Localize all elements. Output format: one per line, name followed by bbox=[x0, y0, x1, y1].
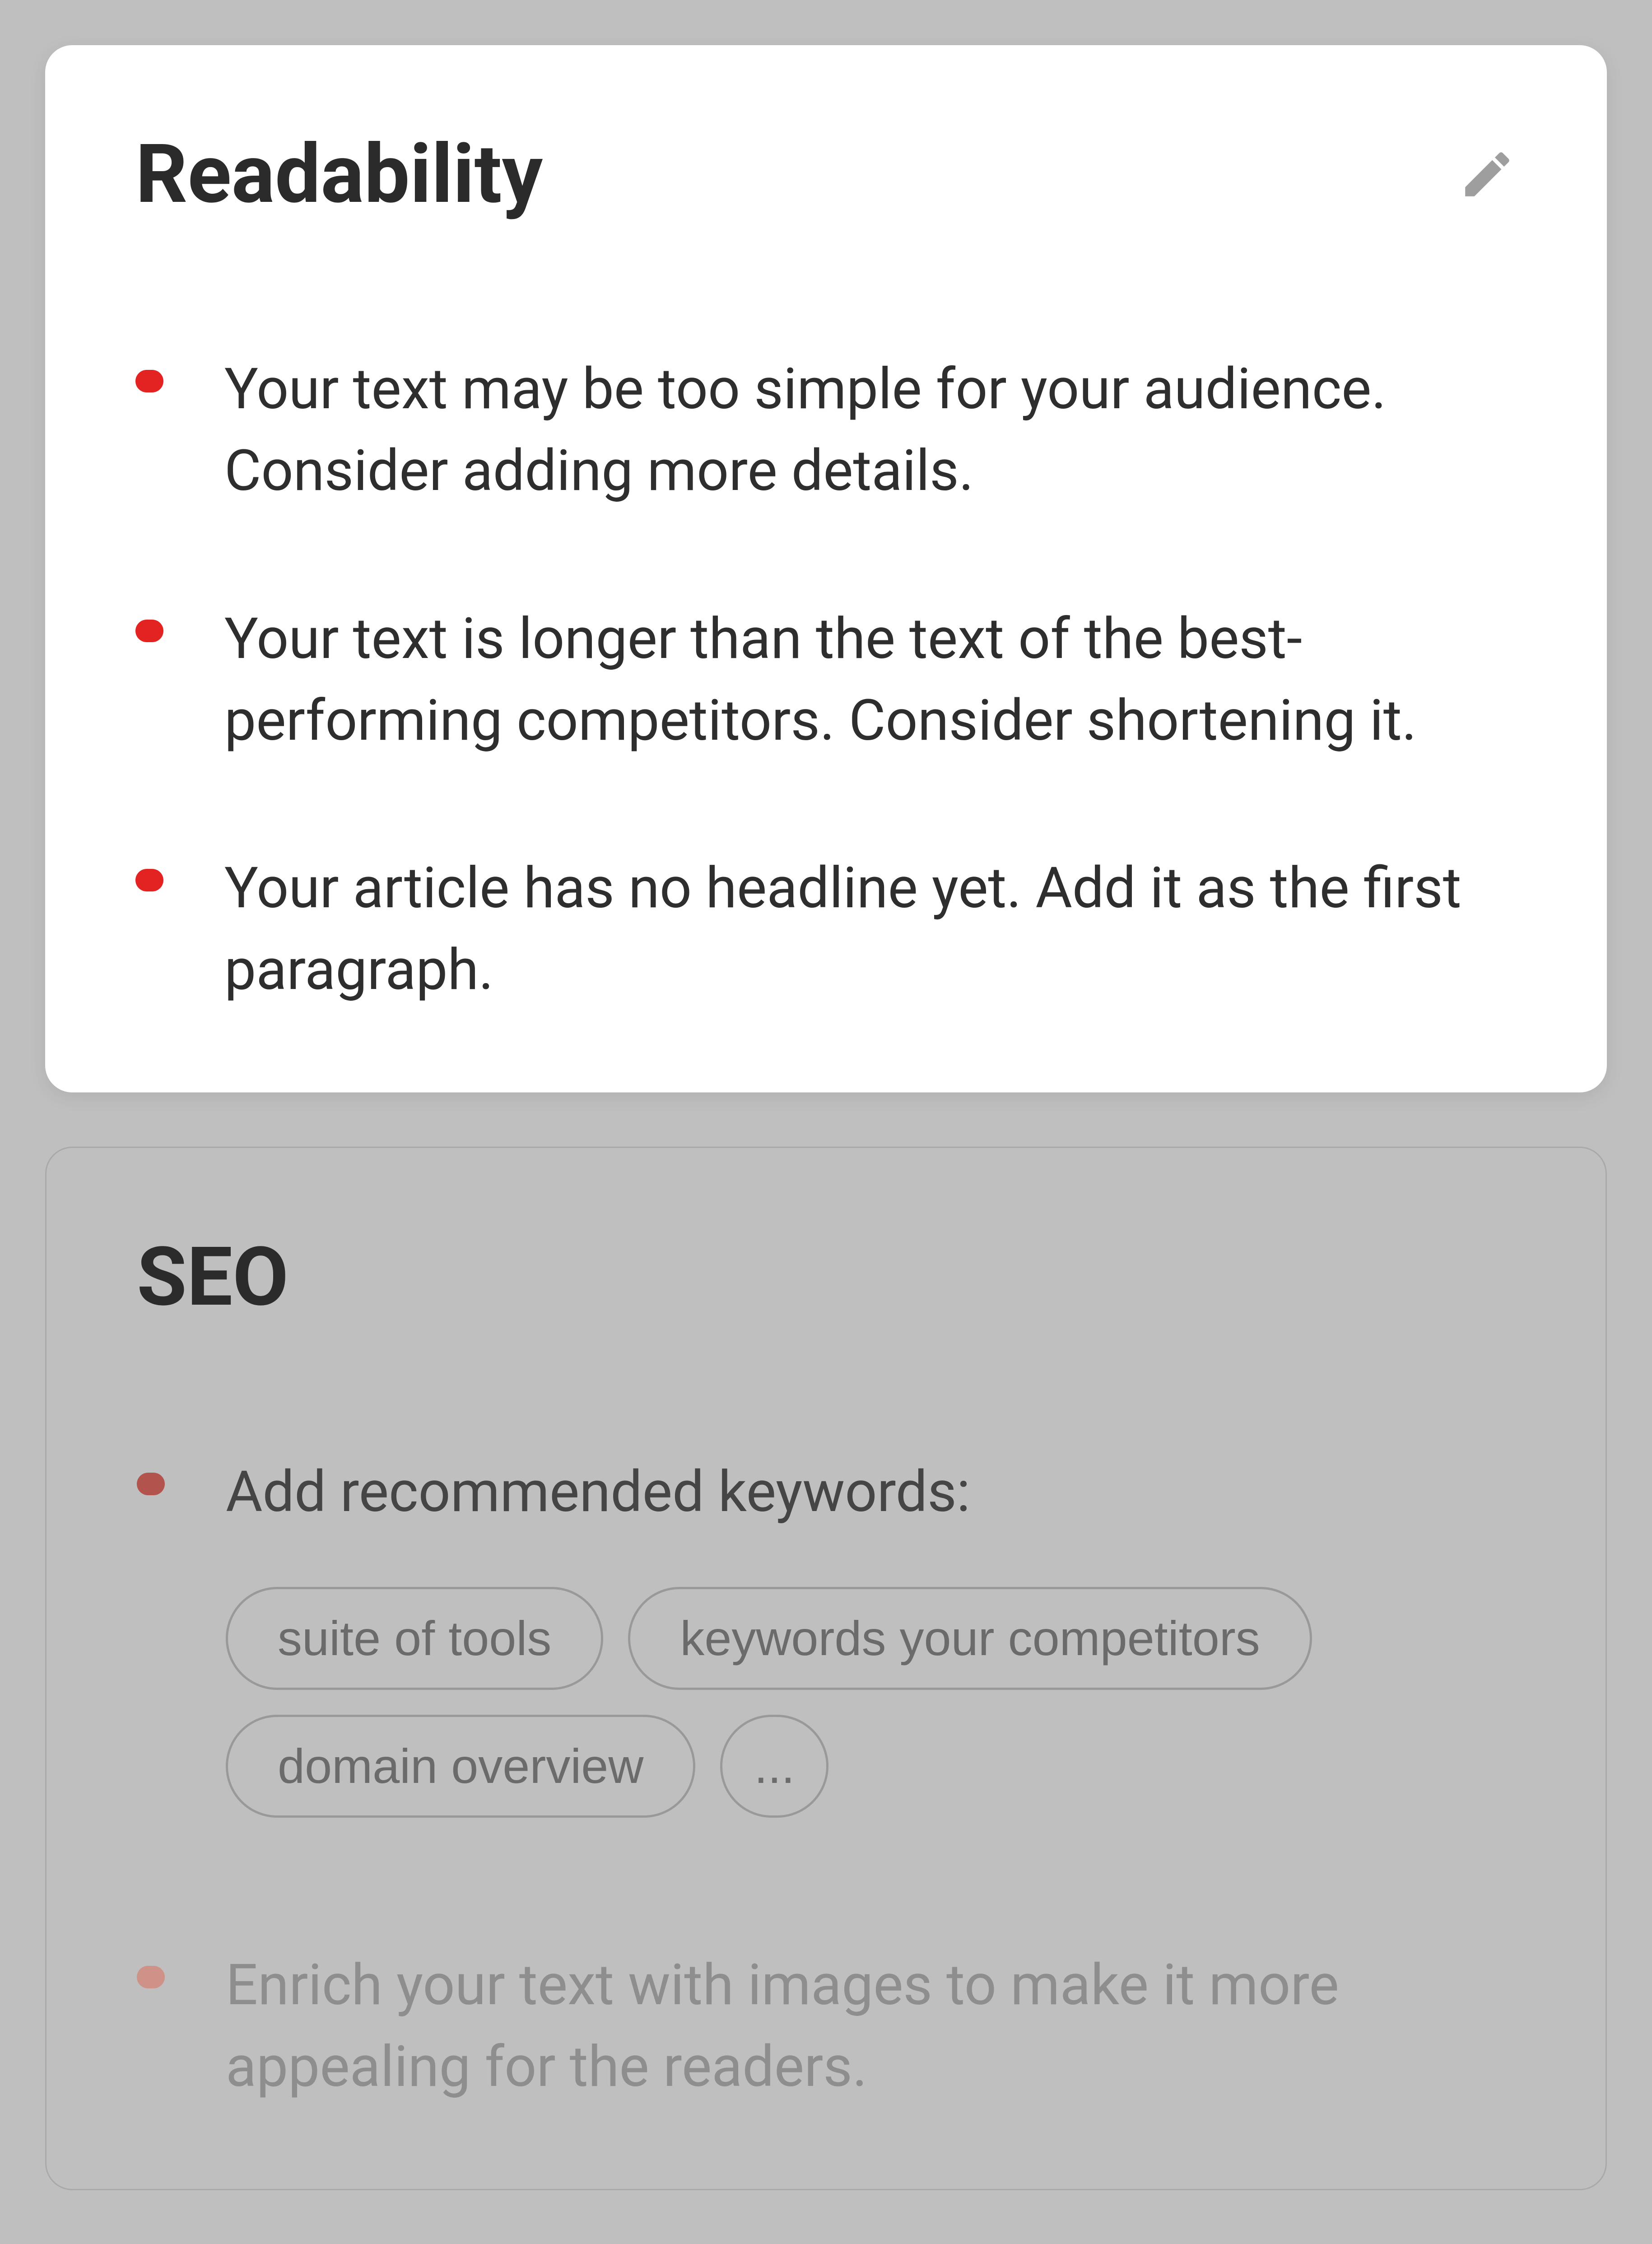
keyword-chip-more[interactable]: ... bbox=[720, 1715, 828, 1818]
item-text: Your text is longer than the text of the… bbox=[224, 598, 1517, 762]
seo-card: SEO Add recommended keywords: suite of t… bbox=[45, 1147, 1607, 2191]
keyword-chip[interactable]: domain overview bbox=[226, 1715, 695, 1818]
keyword-chip[interactable]: suite of tools bbox=[226, 1587, 603, 1690]
item-text: Add recommended keywords: bbox=[226, 1459, 970, 1525]
bullet-icon bbox=[137, 1473, 165, 1495]
seo-items: Add recommended keywords: suite of tools… bbox=[137, 1451, 1515, 2108]
seo-header: SEO bbox=[137, 1229, 1515, 1325]
item-text: Your text may be too simple for your aud… bbox=[224, 348, 1517, 512]
bullet-icon bbox=[135, 370, 163, 392]
seo-title: SEO bbox=[137, 1229, 289, 1325]
item-text: Enrich your text with images to make it … bbox=[226, 1944, 1515, 2108]
readability-card: Readability Your text may be too simple … bbox=[45, 45, 1607, 1092]
keyword-chip[interactable]: keywords your competitors bbox=[628, 1587, 1312, 1690]
edit-icon[interactable] bbox=[1458, 145, 1517, 204]
bullet-icon bbox=[135, 869, 163, 891]
list-item: Add recommended keywords: suite of tools… bbox=[137, 1451, 1515, 1818]
readability-header: Readability bbox=[135, 126, 1517, 222]
list-item: Your text may be too simple for your aud… bbox=[135, 348, 1517, 512]
list-item: Your text is longer than the text of the… bbox=[135, 598, 1517, 762]
bullet-icon bbox=[135, 620, 163, 642]
item-text: Your article has no headline yet. Add it… bbox=[224, 847, 1517, 1011]
seo-keywords-block: Add recommended keywords: suite of tools… bbox=[226, 1451, 1515, 1818]
readability-items: Your text may be too simple for your aud… bbox=[135, 348, 1517, 1011]
list-item: Your article has no headline yet. Add it… bbox=[135, 847, 1517, 1011]
list-item: Enrich your text with images to make it … bbox=[137, 1944, 1515, 2108]
readability-title: Readability bbox=[135, 126, 543, 222]
bullet-icon bbox=[137, 1966, 165, 1988]
keyword-chips: suite of tools keywords your competitors… bbox=[226, 1587, 1515, 1818]
